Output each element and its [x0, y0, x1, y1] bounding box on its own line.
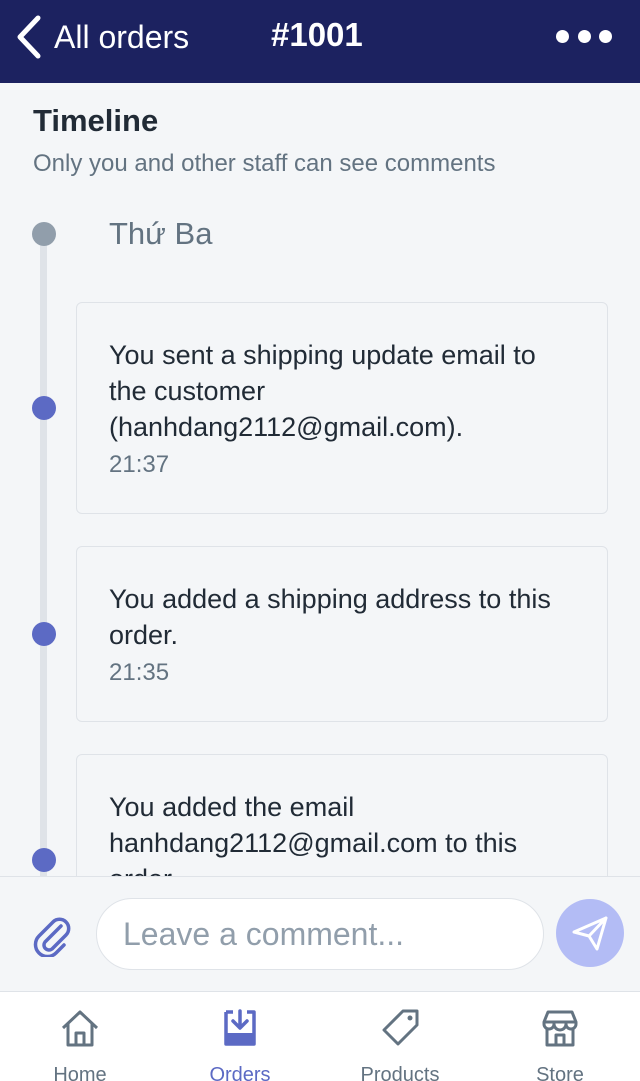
timeline-subtitle: Only you and other staff can see comment… [33, 150, 496, 177]
tab-home-label: Home [53, 1064, 107, 1081]
tab-products-label: Products [360, 1064, 440, 1081]
more-icon[interactable] [556, 24, 612, 48]
event-text: You added the email hanhdang2112@gmail.c… [109, 792, 518, 876]
send-button[interactable] [556, 899, 624, 967]
back-label: All orders [54, 18, 190, 55]
tab-store[interactable]: Store [480, 992, 640, 1081]
event-time: 21:37 [109, 451, 170, 478]
event-text: You sent a shipping update email to the … [109, 340, 536, 442]
event-text: You added a shipping address to this ord… [109, 584, 551, 650]
tab-orders-label: Orders [209, 1064, 271, 1081]
event-time: 21:35 [109, 659, 170, 686]
tab-products[interactable]: Products [320, 992, 480, 1081]
comment-input[interactable] [96, 898, 544, 970]
tab-home[interactable]: Home [0, 992, 160, 1081]
home-icon [61, 1010, 99, 1047]
timeline-day-label: Thứ Ba [109, 216, 213, 251]
tag-icon [382, 1009, 419, 1046]
back-button[interactable]: All orders [14, 14, 189, 60]
timeline-section[interactable]: Timeline Only you and other staff can se… [0, 83, 640, 876]
timeline-title: Timeline [33, 103, 159, 138]
timeline-rail [40, 233, 47, 876]
timeline-event-dot [32, 396, 56, 420]
timeline-event-card: You added a shipping address to this ord… [76, 546, 608, 722]
timeline-event-card: You sent a shipping update email to the … [76, 302, 608, 514]
order-number: #1001 [271, 16, 363, 53]
timeline-event-card: You added the email hanhdang2112@gmail.c… [76, 754, 608, 876]
chevron-left-icon [17, 15, 41, 59]
paperclip-icon[interactable] [30, 913, 74, 959]
timeline-event-dot [32, 622, 56, 646]
tab-store-label: Store [536, 1064, 584, 1081]
timeline-event-dot [32, 848, 56, 872]
top-bar: All orders #1001 [0, 0, 640, 83]
timeline-day-dot [32, 222, 56, 246]
store-icon [542, 1010, 578, 1047]
orders-inbox-icon [224, 1009, 256, 1046]
tab-orders[interactable]: Orders [160, 992, 320, 1081]
comment-composer [0, 876, 640, 991]
bottom-tab-bar: Home Orders Products Store [0, 991, 640, 1081]
paper-plane-icon [572, 916, 608, 951]
